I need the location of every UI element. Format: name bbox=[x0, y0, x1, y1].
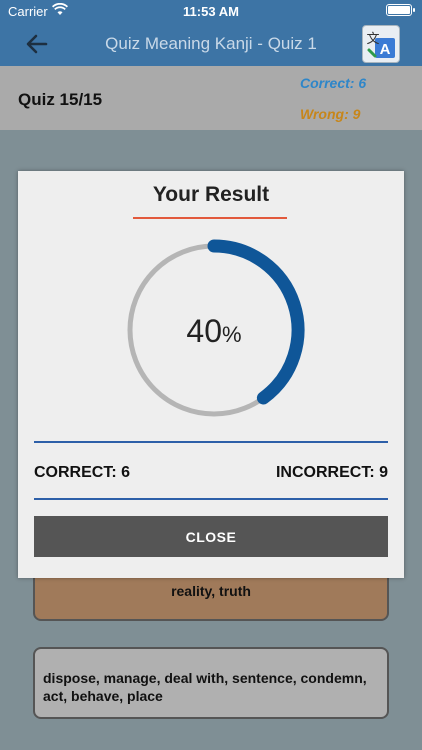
svg-text:A: A bbox=[380, 41, 391, 58]
dialog-title: Your Result bbox=[152, 183, 270, 206]
wrong-count: Wrong: 9 bbox=[300, 106, 361, 122]
page-title: Quiz Meaning Kanji - Quiz 1 bbox=[105, 34, 317, 53]
divider bbox=[34, 441, 388, 443]
correct-score: CORRECT: 6 bbox=[34, 464, 131, 481]
translate-icon: A 文 bbox=[366, 31, 395, 58]
divider bbox=[34, 498, 388, 500]
title-underline bbox=[133, 217, 287, 219]
clock: 11:53 AM bbox=[183, 4, 239, 19]
incorrect-score: INCORRECT: 9 bbox=[275, 464, 388, 481]
status-bar: Carrier 11:53 AM bbox=[0, 0, 422, 22]
score-percent-unit: % bbox=[222, 322, 242, 347]
score-percent-value: 40 bbox=[186, 313, 223, 349]
battery-icon bbox=[386, 4, 415, 16]
answer-option[interactable]: dispose, manage, deal with, sentence, co… bbox=[33, 647, 389, 719]
svg-text:文: 文 bbox=[366, 31, 379, 46]
score-percent: 40% bbox=[121, 313, 307, 350]
quiz-header: Quiz 15/15 Correct: 6 Wrong: 9 bbox=[0, 66, 422, 130]
nav-bar: Quiz Meaning Kanji - Quiz 1 A 文 bbox=[0, 22, 422, 66]
arrow-left-icon[interactable] bbox=[24, 31, 50, 57]
translate-button[interactable]: A 文 bbox=[362, 25, 400, 63]
close-button[interactable]: CLOSE bbox=[34, 516, 388, 557]
quiz-progress: Quiz 15/15 bbox=[18, 90, 103, 109]
correct-count: Correct: 6 bbox=[300, 75, 367, 91]
result-dialog: Your Result 40% CORRECT: 6 INCORRECT: 9 … bbox=[18, 171, 404, 578]
